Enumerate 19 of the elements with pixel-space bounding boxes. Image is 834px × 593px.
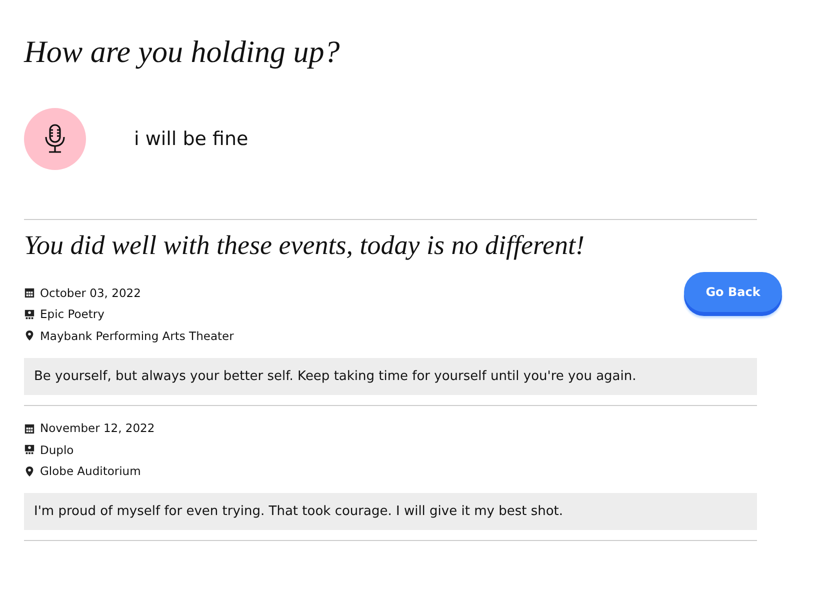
microphone-icon: [43, 124, 67, 154]
event-venue: Globe Auditorium: [40, 464, 141, 478]
calendar-icon: [24, 422, 35, 434]
location-pin-icon: [24, 466, 35, 477]
presentation-icon: [24, 308, 35, 320]
event-note: I'm proud of myself for even trying. That took courage. I will give it my best shot.: [24, 493, 757, 530]
event-date: November 12, 2022: [40, 421, 155, 436]
calendar-icon: [24, 287, 35, 298]
event-date: October 03, 2022: [40, 286, 141, 300]
section-heading: You did well with these events, today is no different!: [24, 229, 586, 262]
event-note: Be yourself, but always your better self. Keep taking time for yourself until you're you again.: [24, 358, 757, 394]
page-title: How are you holding up?: [24, 33, 341, 71]
event-name: Duplo: [40, 442, 74, 457]
presentation-icon: [24, 444, 35, 456]
go-back-button[interactable]: Go Back: [684, 272, 782, 312]
event-name: Epic Poetry: [40, 307, 104, 322]
event-venue: Maybank Performing Arts Theater: [40, 328, 234, 343]
location-pin-icon: [24, 330, 35, 342]
answer-text: i will be fine: [134, 128, 248, 150]
